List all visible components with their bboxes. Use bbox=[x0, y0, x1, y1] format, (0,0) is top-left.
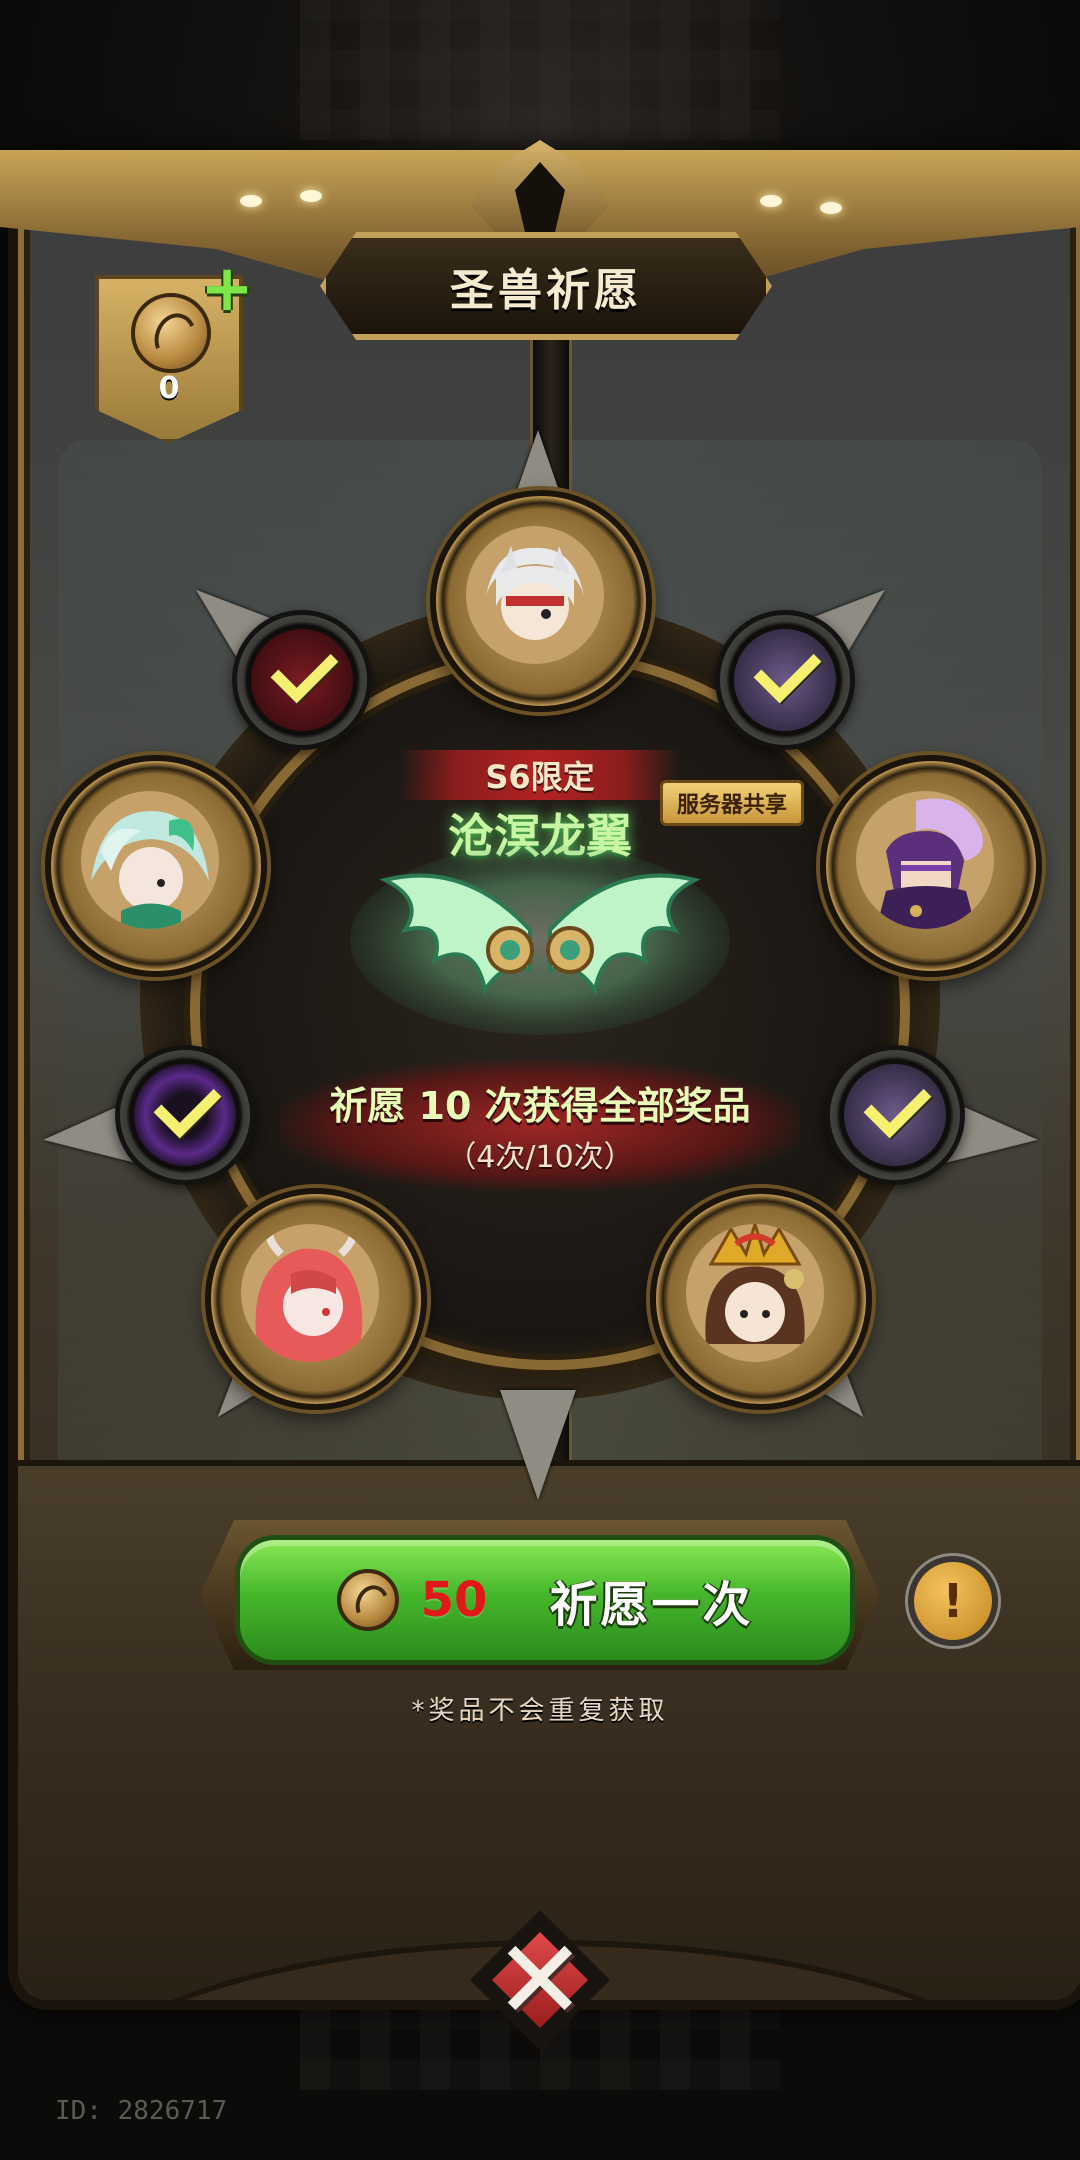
wing-light bbox=[240, 195, 262, 207]
jade-dragon-hero-portrait bbox=[81, 791, 219, 929]
wish-once-label: 祈愿一次 bbox=[549, 1577, 754, 1633]
wing-light bbox=[760, 195, 782, 207]
reward-slot-red-horn[interactable] bbox=[205, 1188, 427, 1410]
wing-light bbox=[300, 190, 322, 202]
wish-progress-text: （4次/10次） bbox=[446, 1140, 634, 1175]
wish-goal-text: 祈愿 10 次获得全部奖品 bbox=[329, 1084, 751, 1128]
reward-slot-white-wolf[interactable] bbox=[430, 490, 652, 712]
wing-light bbox=[820, 202, 842, 214]
season-tag: S6限定 bbox=[485, 758, 595, 796]
server-shared-tag: 服务器共享 bbox=[660, 780, 805, 826]
white-wolf-hero-portrait bbox=[466, 526, 604, 664]
wish-coin-icon bbox=[336, 1569, 399, 1631]
wish-coin-icon bbox=[131, 293, 211, 373]
reward-slot-red-demon[interactable] bbox=[232, 610, 372, 750]
user-id: ID: 2826717 bbox=[55, 2096, 228, 2126]
red-horn-hero-portrait bbox=[241, 1224, 379, 1362]
page-title: 圣兽祈愿 bbox=[450, 265, 642, 316]
currency-amount: 0 bbox=[158, 371, 180, 406]
no-duplicate-note: *奖品不会重复获取 bbox=[411, 1696, 669, 1726]
add-currency-button[interactable]: + bbox=[200, 257, 254, 321]
reward-slot-jade-dragon[interactable] bbox=[45, 755, 267, 977]
reward-slot-purple-armor[interactable] bbox=[820, 755, 1042, 977]
title-plate: 圣兽祈愿 bbox=[320, 232, 772, 340]
reward-slot-purple-tome-2[interactable] bbox=[825, 1045, 965, 1185]
wish-once-button[interactable]: 50 祈愿一次 bbox=[235, 1535, 855, 1665]
wheel-spike bbox=[500, 1390, 576, 1500]
season-banner: S6限定 bbox=[400, 750, 680, 800]
info-button[interactable]: ! bbox=[908, 1556, 998, 1646]
reward-slot-shadow-ring[interactable] bbox=[115, 1045, 255, 1185]
close-icon[interactable]: ✕ bbox=[480, 1920, 600, 2040]
reward-slot-purple-tome[interactable] bbox=[715, 610, 855, 750]
dragon-wings-icon bbox=[350, 845, 730, 1035]
wish-cost: 50 bbox=[420, 1572, 488, 1628]
reward-slot-golden-crown[interactable] bbox=[650, 1188, 872, 1410]
golden-crown-hero-portrait bbox=[686, 1224, 824, 1362]
purple-armor-hero-portrait bbox=[856, 791, 994, 929]
